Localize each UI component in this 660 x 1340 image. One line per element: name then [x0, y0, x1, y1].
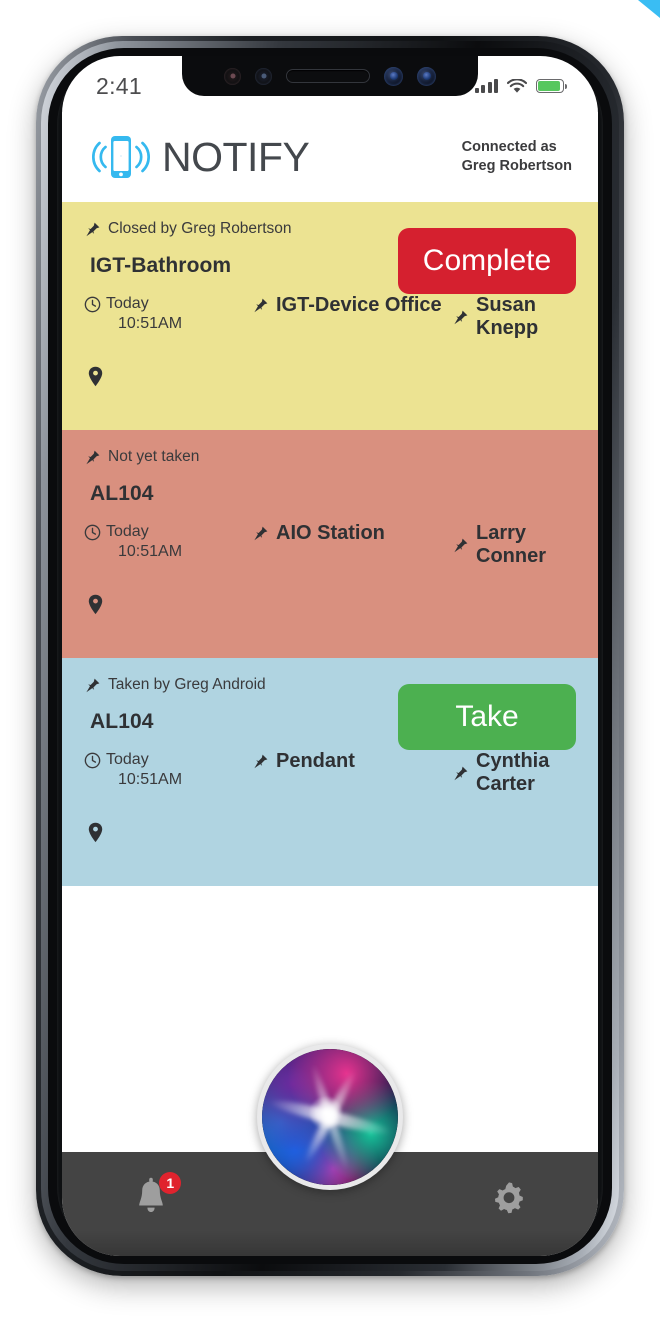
- card-time-day: Today: [106, 295, 149, 312]
- clock-icon: [84, 752, 101, 769]
- card-time-day: Today: [106, 523, 149, 540]
- card-meta-row: Today 10:51AM Pendant Cynthia Carter: [84, 750, 576, 796]
- card-title: AL104: [90, 482, 154, 505]
- card-location: IGT-Device Office: [252, 294, 452, 317]
- map-marker-icon[interactable]: [88, 822, 103, 843]
- nav-settings[interactable]: [419, 1152, 598, 1242]
- infrared-camera-icon: [384, 66, 403, 86]
- siri-orb-icon[interactable]: [257, 1044, 403, 1190]
- connected-label: Connected as: [461, 138, 557, 155]
- front-camera-icon: [417, 66, 436, 86]
- nav-notifications[interactable]: 1: [62, 1152, 241, 1242]
- brand-logo: NOTIFY: [84, 130, 310, 184]
- notification-badge: 1: [159, 1172, 182, 1194]
- brand-name: NOTIFY: [162, 133, 310, 180]
- pushpin-icon: [454, 538, 468, 552]
- proximity-sensor-icon: [224, 67, 241, 85]
- card-time: Today 10:51AM: [84, 750, 252, 790]
- pushpin-icon: [86, 678, 100, 692]
- status-time: 2:41: [96, 72, 142, 99]
- card-person-text: Larry Conner: [476, 522, 546, 567]
- notify-phone-logo-icon: [84, 130, 158, 184]
- app-header: NOTIFY Connected as Greg Robertson: [62, 112, 598, 202]
- card-status-row: Not yet taken: [84, 446, 576, 468]
- card-location-text: Pendant: [276, 750, 355, 772]
- pushpin-icon: [454, 310, 468, 324]
- phone-screen: 2:41 NOTIFY Connected as Greg Robertson …: [62, 56, 598, 1256]
- gear-icon[interactable]: [489, 1177, 529, 1217]
- map-marker-icon[interactable]: [88, 366, 103, 387]
- pushpin-icon: [86, 450, 100, 464]
- battery-icon: [536, 79, 567, 93]
- clock-icon: [84, 524, 101, 541]
- card-meta-row: Today 10:51AM AIO Station Larry Conner: [84, 522, 576, 568]
- card-status-text: Not yet taken: [108, 448, 200, 465]
- card-person: Susan Knepp: [452, 294, 576, 340]
- card-meta-row: Today 10:51AM IGT-Device Office Susan Kn…: [84, 294, 576, 340]
- card-person-text: Cynthia Carter: [476, 750, 550, 795]
- card-person: Cynthia Carter: [452, 750, 576, 796]
- connected-user-info: Connected as Greg Robertson: [462, 138, 572, 176]
- map-marker-icon[interactable]: [88, 594, 103, 615]
- complete-button[interactable]: Complete: [398, 228, 576, 294]
- take-button[interactable]: Take: [398, 684, 576, 750]
- pushpin-icon: [254, 754, 268, 769]
- earpiece-speaker-icon: [286, 69, 370, 83]
- status-indicators: [474, 78, 567, 94]
- card-time: Today 10:51AM: [84, 294, 252, 334]
- card-location: Pendant: [252, 750, 452, 773]
- cellular-signal-icon: [474, 79, 498, 93]
- card-status-text: Taken by Greg Android: [108, 676, 266, 693]
- card-status-text: Closed by Greg Robertson: [108, 220, 292, 237]
- pushpin-icon: [254, 298, 268, 313]
- card-location: AIO Station: [252, 522, 452, 545]
- card-person: Larry Conner: [452, 522, 576, 568]
- card-map-row[interactable]: [84, 822, 576, 848]
- corner-accent-artifact: [638, 0, 660, 18]
- card-time-clock: 10:51AM: [118, 314, 183, 332]
- pushpin-icon: [254, 526, 268, 541]
- alert-card[interactable]: Taken by Greg Android AL104 Today 10:51A…: [62, 658, 598, 886]
- bell-icon[interactable]: 1: [131, 1172, 182, 1218]
- clock-icon: [84, 296, 101, 313]
- card-map-row[interactable]: [84, 594, 576, 620]
- card-map-row[interactable]: [84, 366, 576, 392]
- card-time-clock: 10:51AM: [118, 542, 183, 560]
- card-person-text: Susan Knepp: [476, 294, 539, 339]
- pushpin-icon: [86, 222, 100, 236]
- card-location-text: AIO Station: [276, 522, 385, 544]
- connected-username: Greg Robertson: [461, 158, 572, 174]
- alert-card[interactable]: Not yet taken AL104 Today 10:51AM AIO St…: [62, 430, 598, 658]
- card-time: Today 10:51AM: [84, 522, 252, 562]
- card-location-text: IGT-Device Office: [276, 294, 442, 316]
- pushpin-icon: [454, 766, 468, 780]
- alert-card-list: Closed by Greg Robertson IGT-Bathroom To…: [62, 202, 598, 1102]
- ambient-light-sensor-icon: [255, 67, 272, 85]
- device-notch: [182, 56, 478, 96]
- alert-card[interactable]: Closed by Greg Robertson IGT-Bathroom To…: [62, 202, 598, 430]
- screenshot-stage: 2:41 NOTIFY Connected as Greg Robertson …: [0, 0, 660, 1340]
- card-time-day: Today: [106, 751, 149, 768]
- wifi-icon: [507, 78, 527, 94]
- card-time-clock: 10:51AM: [118, 770, 183, 788]
